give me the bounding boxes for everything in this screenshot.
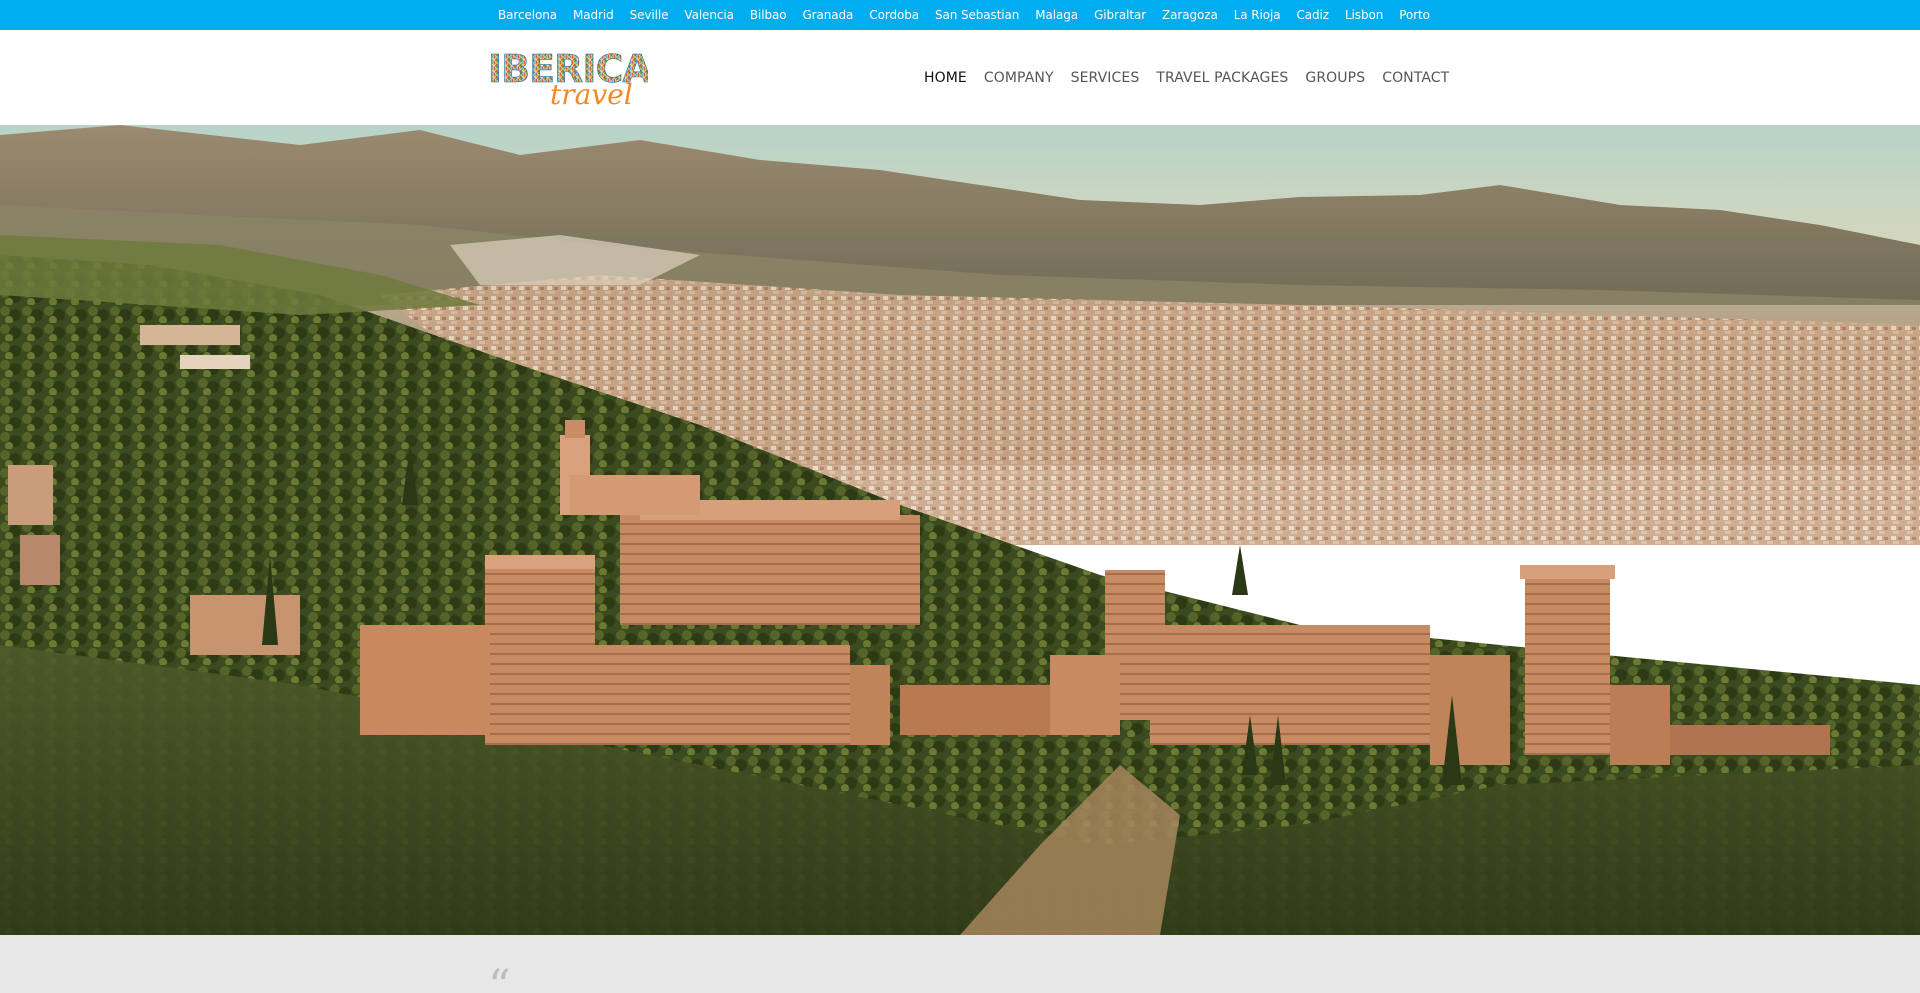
hero-image (0, 125, 1920, 935)
city-link-san-sebastian[interactable]: San Sebastian (935, 8, 1019, 22)
site-logo[interactable]: IBERICA travel (488, 48, 648, 106)
city-link-lisbon[interactable]: Lisbon (1345, 8, 1383, 22)
nav-travel-packages[interactable]: TRAVEL PACKAGES (1156, 70, 1288, 86)
nav-company[interactable]: COMPANY (984, 70, 1054, 86)
city-link-seville[interactable]: Seville (630, 8, 669, 22)
city-link-granada[interactable]: Granada (802, 8, 853, 22)
city-link-porto[interactable]: Porto (1399, 8, 1430, 22)
quote-mark-icon: “ (488, 961, 511, 993)
nav-home[interactable]: HOME (924, 70, 967, 86)
city-link-gibraltar[interactable]: Gibraltar (1094, 8, 1146, 22)
city-link-madrid[interactable]: Madrid (573, 8, 614, 22)
city-link-malaga[interactable]: Malaga (1035, 8, 1078, 22)
nav-contact[interactable]: CONTACT (1382, 70, 1449, 86)
city-link-zaragoza[interactable]: Zaragoza (1162, 8, 1218, 22)
logo-word-bottom: travel (550, 78, 633, 106)
site-header: IBERICA travel HOME COMPANY SERVICES TRA… (0, 30, 1920, 125)
city-link-la-rioja[interactable]: La Rioja (1234, 8, 1281, 22)
city-link-valencia[interactable]: Valencia (684, 8, 734, 22)
city-link-barcelona[interactable]: Barcelona (498, 8, 557, 22)
nav-groups[interactable]: GROUPS (1305, 70, 1365, 86)
city-list: Barcelona Madrid Seville Valencia Bilbao… (498, 0, 1446, 30)
city-link-cadiz[interactable]: Cadiz (1296, 8, 1329, 22)
city-bar: Barcelona Madrid Seville Valencia Bilbao… (0, 0, 1920, 30)
city-link-cordoba[interactable]: Cordoba (869, 8, 919, 22)
nav-services[interactable]: SERVICES (1071, 70, 1140, 86)
testimonial-band: “ (0, 935, 1920, 993)
city-link-bilbao[interactable]: Bilbao (750, 8, 787, 22)
main-nav: HOME COMPANY SERVICES TRAVEL PACKAGES GR… (924, 30, 1466, 125)
hero-banner (0, 125, 1920, 935)
